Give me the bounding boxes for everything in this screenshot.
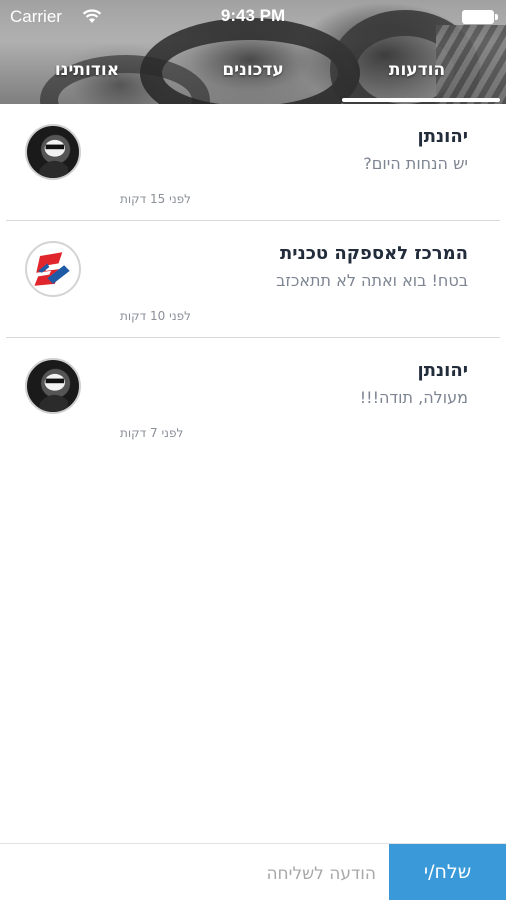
- message-text: יש הנחות היום?: [363, 154, 468, 173]
- send-button[interactable]: שלח/י: [389, 844, 506, 900]
- clock: 9:43 PM: [220, 6, 286, 25]
- status-bar: Carrier 9:43 PM: [0, 0, 506, 34]
- sender-name: יהונתן: [417, 360, 468, 381]
- app-screen: Carrier 9:43 PM אודותינו עדכונים הודעות: [0, 0, 506, 900]
- header: Carrier 9:43 PM אודותינו עדכונים הודעות: [0, 0, 506, 104]
- message-time: לפני 15 דקות: [120, 192, 191, 206]
- message-text: מעולה, תודה!!!: [359, 388, 468, 407]
- message-text: בטח! בוא ואתה לא תתאכזב: [276, 271, 468, 290]
- sender-name: יהונתן: [417, 126, 468, 147]
- message-input[interactable]: [10, 854, 378, 894]
- sender-name: המרכז לאספקה טכנית: [279, 243, 468, 264]
- message-composer: שלח/י: [0, 843, 506, 900]
- message-row[interactable]: המרכז לאספקה טכנית בטח! בוא ואתה לא תתאכ…: [0, 221, 506, 338]
- tab-about[interactable]: אודותינו: [12, 52, 162, 88]
- message-list: יהונתן יש הנחות היום? לפני 15 דקות המרכז…: [0, 104, 506, 455]
- tab-messages[interactable]: הודעות: [342, 52, 492, 88]
- person-avatar: [25, 124, 81, 180]
- company-logo: [25, 241, 81, 297]
- active-tab-indicator: [342, 98, 500, 102]
- tab-updates[interactable]: עדכונים: [178, 52, 328, 88]
- person-avatar: [25, 358, 81, 414]
- battery-icon: [462, 10, 498, 24]
- message-row[interactable]: יהונתן יש הנחות היום? לפני 15 דקות: [0, 104, 506, 221]
- message-time: לפני 7 דקות: [120, 426, 184, 440]
- message-time: לפני 10 דקות: [120, 309, 191, 323]
- message-row[interactable]: יהונתן מעולה, תודה!!! לפני 7 דקות: [0, 338, 506, 455]
- tab-bar: אודותינו עדכונים הודעות: [0, 52, 506, 102]
